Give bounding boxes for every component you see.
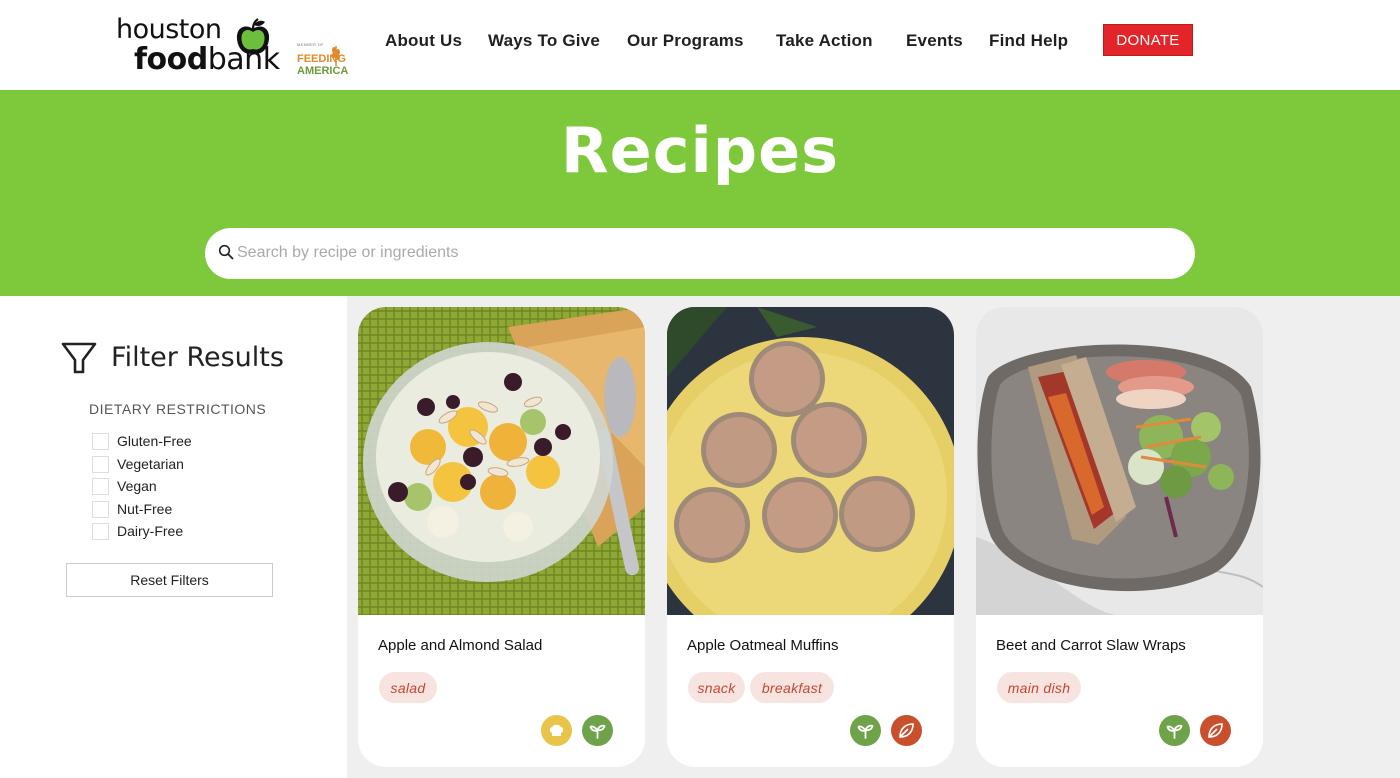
sprout-icon xyxy=(1159,715,1190,746)
donate-button[interactable]: DONATE xyxy=(1103,24,1193,56)
nav-our-programs[interactable]: Our Programs xyxy=(627,31,744,51)
logo-word-houston: houston xyxy=(116,14,222,45)
recipe-card-apple-almond-salad[interactable]: Apple and Almond Salad salad xyxy=(358,307,645,767)
filter-option-label: Dairy-Free xyxy=(117,523,184,539)
recipe-photo xyxy=(976,307,1263,615)
filter-title: Filter Results xyxy=(111,342,284,373)
checkbox[interactable] xyxy=(92,433,109,450)
recipe-title[interactable]: Apple Oatmeal Muffins xyxy=(687,637,838,654)
recipe-photo xyxy=(358,307,645,615)
checkbox[interactable] xyxy=(92,456,109,473)
reset-filters-button[interactable]: Reset Filters xyxy=(66,563,273,597)
search-input[interactable] xyxy=(237,236,1167,270)
checkbox[interactable] xyxy=(92,478,109,495)
nav-ways-to-give[interactable]: Ways To Give xyxy=(488,31,600,51)
nav-find-help[interactable]: Find Help xyxy=(989,31,1068,51)
recipe-card-beet-carrot-slaw-wraps[interactable]: Beet and Carrot Slaw Wraps main dish xyxy=(976,307,1263,767)
recipe-title[interactable]: Beet and Carrot Slaw Wraps xyxy=(996,637,1186,654)
tag-salad[interactable]: salad xyxy=(379,672,437,703)
search-icon xyxy=(218,244,234,260)
checkbox[interactable] xyxy=(92,501,109,518)
search-bar[interactable] xyxy=(205,228,1195,279)
recipe-grid: Apple and Almond Salad salad Apple Oatme… xyxy=(347,296,1400,778)
sprout-icon xyxy=(850,715,881,746)
page-title: Recipes xyxy=(560,114,840,187)
logo-word-foodbank: foodbank xyxy=(134,42,280,77)
houston-food-bank-logo[interactable]: houston foodbank MEMBER OF FEEDING AMERI… xyxy=(116,16,366,80)
leaf-icon xyxy=(891,715,922,746)
recipe-photo xyxy=(667,307,954,615)
filter-option-label: Vegan xyxy=(117,478,157,494)
filter-sidebar: Filter Results DIETARY RESTRICTIONS Glut… xyxy=(0,296,347,778)
recipe-title[interactable]: Apple and Almond Salad xyxy=(378,637,542,654)
logo-member-of: MEMBER OF xyxy=(297,42,324,47)
leaf-icon xyxy=(1200,715,1231,746)
logo-america: AMERICA xyxy=(297,65,349,77)
chef-hat-icon xyxy=(541,715,572,746)
checkbox[interactable] xyxy=(92,523,109,540)
hero-banner: Recipes xyxy=(0,90,1400,296)
dietary-restrictions-heading: DIETARY RESTRICTIONS xyxy=(89,401,267,417)
logo-feeding: FEEDING xyxy=(297,53,346,65)
nav-events[interactable]: Events xyxy=(906,31,963,51)
site-header: houston foodbank MEMBER OF FEEDING AMERI… xyxy=(0,0,1400,90)
tag-snack[interactable]: snack xyxy=(688,672,745,703)
filter-option-label: Gluten-Free xyxy=(117,433,192,449)
tag-main-dish[interactable]: main dish xyxy=(997,672,1081,703)
sprout-icon xyxy=(582,715,613,746)
filter-option-label: Vegetarian xyxy=(117,456,184,472)
funnel-icon xyxy=(61,342,97,374)
filter-option-label: Nut-Free xyxy=(117,501,173,517)
nav-about-us[interactable]: About Us xyxy=(385,31,462,51)
nav-take-action[interactable]: Take Action xyxy=(776,31,873,51)
tag-breakfast[interactable]: breakfast xyxy=(750,672,834,703)
recipe-card-apple-oatmeal-muffins[interactable]: Apple Oatmeal Muffins snack breakfast xyxy=(667,307,954,767)
